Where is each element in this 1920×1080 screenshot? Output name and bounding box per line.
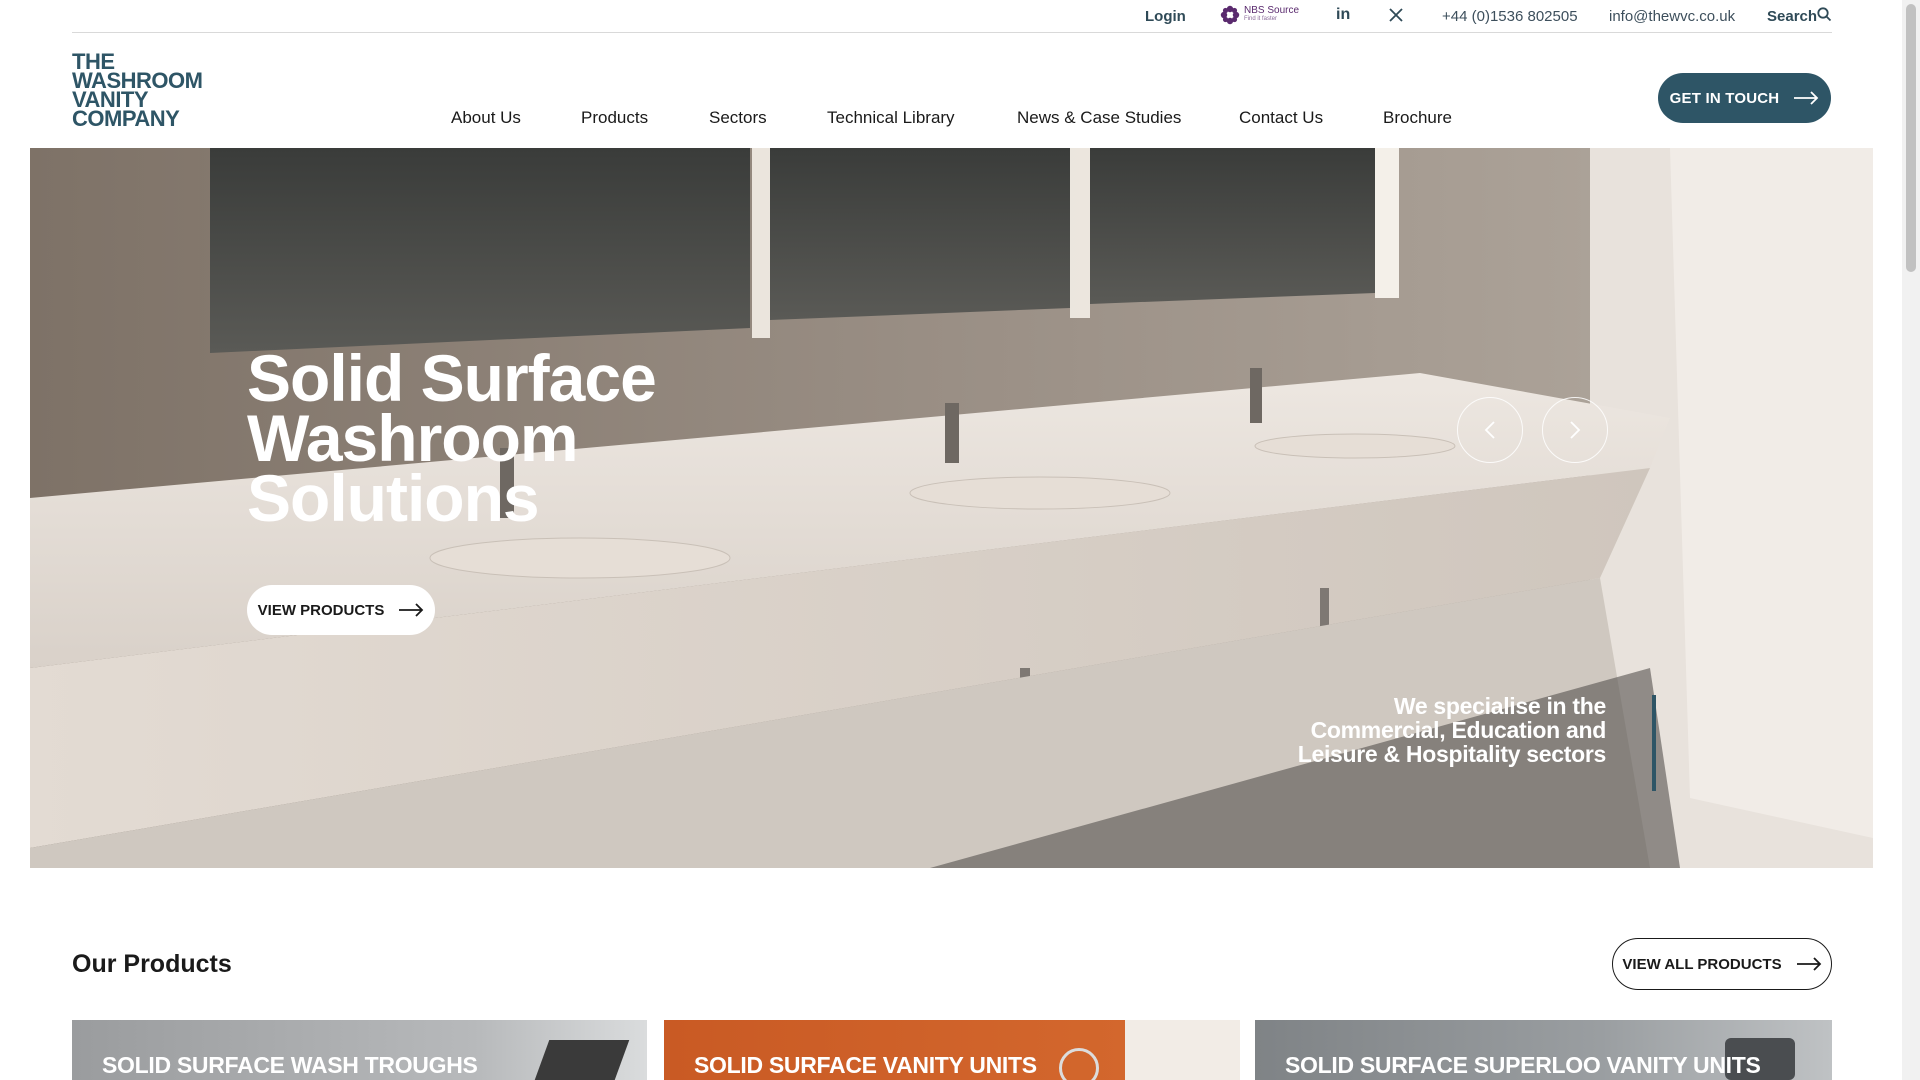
- get-in-touch-label: GET IN TOUCH: [1669, 89, 1780, 107]
- hero-tagline: We specialise in the Commercial, Educati…: [1297, 693, 1607, 767]
- nbs-source-logo[interactable]: NBS Source Find it faster: [1220, 5, 1299, 25]
- search-label: Search: [1767, 8, 1818, 25]
- arrow-right-icon: [1794, 91, 1819, 105]
- search-link[interactable]: Search: [1767, 8, 1817, 25]
- company-logo[interactable]: THE WASHROOM VANITY COMPANY: [72, 51, 203, 131]
- search-icon[interactable]: [1817, 7, 1832, 22]
- x-twitter-icon[interactable]: [1389, 8, 1403, 22]
- nbs-flower-icon: [1220, 5, 1240, 25]
- nav-contact-us[interactable]: Contact Us: [1239, 108, 1323, 128]
- hero-title: Solid Surface Washroom Solutions: [247, 341, 767, 535]
- get-in-touch-button[interactable]: GET IN TOUCH: [1658, 73, 1831, 123]
- nav-brochure[interactable]: Brochure: [1383, 108, 1452, 128]
- page-scrollbar[interactable]: [1902, 0, 1920, 1080]
- nav-about-us[interactable]: About Us: [451, 108, 521, 128]
- chevron-right-icon: [1570, 421, 1581, 439]
- product-card-label: SOLID SURFACE SUPERLOO VANITY UNITS: [1285, 1052, 1761, 1078]
- linkedin-icon[interactable]: in: [1336, 6, 1350, 24]
- scrollbar-thumb[interactable]: [1906, 4, 1916, 272]
- hero-title-line: Solutions: [247, 461, 540, 535]
- products-section-title: Our Products: [72, 950, 232, 978]
- product-card-label: SOLID SURFACE VANITY UNITS: [694, 1052, 1037, 1078]
- arrow-right-icon: [1796, 957, 1821, 971]
- login-link[interactable]: Login: [1145, 8, 1186, 25]
- view-products-button[interactable]: VIEW PRODUCTS: [247, 585, 435, 635]
- view-all-products-label: VIEW ALL PRODUCTS: [1622, 955, 1782, 973]
- nav-news-case-studies[interactable]: News & Case Studies: [1017, 108, 1181, 128]
- tagline-accent-bar: [1652, 695, 1656, 791]
- product-card-vanity-units[interactable]: SOLID SURFACE VANITY UNITS: [664, 1020, 1240, 1080]
- product-image: [534, 1040, 630, 1080]
- arrow-right-icon: [399, 603, 424, 617]
- hero-banner: Solid Surface Washroom Solutions VIEW PR…: [30, 148, 1873, 868]
- nav-sectors[interactable]: Sectors: [709, 108, 767, 128]
- phone-link[interactable]: +44 (0)1536 802505: [1442, 8, 1578, 25]
- product-card-label: SOLID SURFACE WASH TROUGHS: [102, 1052, 478, 1078]
- utility-bar: Login NBS Source Find it faster in +44 (…: [72, 0, 1832, 33]
- product-image: [1059, 1048, 1099, 1080]
- slider-next-button[interactable]: [1542, 397, 1608, 463]
- slider-prev-button[interactable]: [1457, 397, 1523, 463]
- nbs-sublabel: Find it faster: [1244, 16, 1278, 22]
- logo-line: COMPANY: [72, 106, 180, 131]
- view-all-products-button[interactable]: VIEW ALL PRODUCTS: [1612, 938, 1832, 990]
- email-link[interactable]: info@thewvc.co.uk: [1609, 8, 1735, 25]
- view-products-label: VIEW PRODUCTS: [257, 601, 385, 619]
- nav-technical-library[interactable]: Technical Library: [827, 108, 955, 128]
- chevron-left-icon: [1484, 421, 1495, 439]
- hero-title-line: Washroom: [247, 401, 579, 475]
- hero-title-line: Solid Surface: [247, 341, 657, 415]
- product-card-superloo-vanity-units[interactable]: SOLID SURFACE SUPERLOO VANITY UNITS: [1255, 1020, 1832, 1080]
- nav-products[interactable]: Products: [581, 108, 648, 128]
- product-card-wash-troughs[interactable]: SOLID SURFACE WASH TROUGHS: [72, 1020, 647, 1080]
